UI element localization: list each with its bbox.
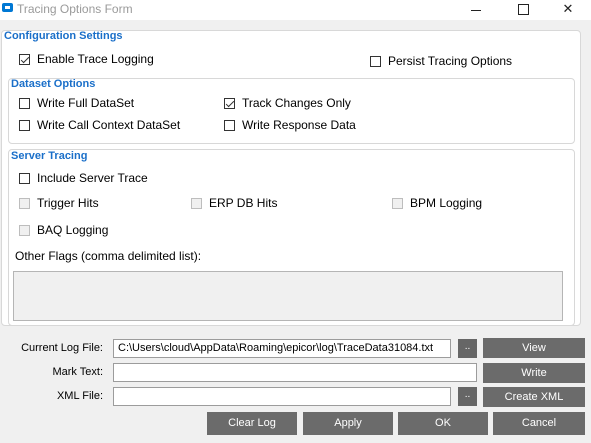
track-changes-only-checkbox[interactable]: Track Changes Only: [224, 96, 351, 110]
minimize-button[interactable]: [458, 0, 494, 20]
write-full-dataset-checkbox[interactable]: Write Full DataSet: [19, 96, 134, 110]
browse-xml-file-button[interactable]: ..: [458, 387, 477, 406]
maximize-button[interactable]: [505, 0, 541, 20]
baq-logging-checkbox[interactable]: BAQ Logging: [19, 223, 108, 237]
enable-trace-logging-label: Enable Trace Logging: [37, 52, 154, 66]
checkbox-box[interactable]: [370, 55, 381, 67]
track-changes-only-label: Track Changes Only: [242, 96, 351, 110]
checkbox-box[interactable]: [19, 197, 30, 209]
minimize-icon: [471, 10, 481, 11]
configuration-settings-title: Configuration Settings: [4, 30, 123, 42]
erp-db-hits-label: ERP DB Hits: [209, 196, 278, 210]
maximize-icon: [517, 4, 529, 15]
server-tracing-title: Server Tracing: [11, 150, 88, 162]
mark-text-label: Mark Text:: [52, 366, 103, 378]
view-button[interactable]: View: [483, 338, 585, 358]
checkbox-box[interactable]: [19, 53, 30, 65]
browse-log-file-button[interactable]: ..: [458, 339, 477, 358]
persist-tracing-options-checkbox[interactable]: Persist Tracing Options: [370, 54, 512, 68]
checkbox-box[interactable]: [19, 97, 30, 109]
title-bar: Tracing Options Form ✕: [0, 0, 591, 20]
erp-db-hits-checkbox[interactable]: ERP DB Hits: [191, 196, 277, 210]
write-response-data-checkbox[interactable]: Write Response Data: [224, 118, 356, 132]
window-title: Tracing Options Form: [17, 2, 133, 16]
checkbox-box[interactable]: [224, 119, 235, 131]
checkbox-box[interactable]: [19, 172, 30, 184]
ok-button[interactable]: OK: [398, 412, 488, 435]
clear-log-button[interactable]: Clear Log: [207, 412, 297, 435]
xml-file-field[interactable]: [113, 387, 451, 406]
trigger-hits-checkbox[interactable]: Trigger Hits: [19, 196, 99, 210]
close-icon: ✕: [562, 1, 574, 16]
checkbox-box[interactable]: [19, 224, 30, 236]
bpm-logging-checkbox[interactable]: BPM Logging: [392, 196, 482, 210]
write-button[interactable]: Write: [483, 363, 585, 383]
create-xml-button[interactable]: Create XML: [483, 387, 585, 407]
include-server-trace-label: Include Server Trace: [37, 171, 148, 185]
apply-button[interactable]: Apply: [303, 412, 393, 435]
current-log-file-field[interactable]: C:\Users\cloud\AppData\Roaming\epicor\lo…: [113, 339, 451, 358]
xml-file-label: XML File:: [56, 390, 103, 402]
persist-tracing-options-label: Persist Tracing Options: [388, 54, 513, 68]
baq-logging-label: BAQ Logging: [37, 223, 109, 237]
close-button[interactable]: ✕: [550, 0, 586, 20]
trigger-hits-label: Trigger Hits: [37, 196, 99, 210]
other-flags-label: Other Flags (comma delimited list):: [15, 249, 202, 263]
current-log-file-label: Current Log File:: [21, 342, 103, 354]
app-icon: [2, 3, 13, 12]
write-call-context-dataset-checkbox[interactable]: Write Call Context DataSet: [19, 118, 180, 132]
write-full-dataset-label: Write Full DataSet: [37, 96, 135, 110]
dataset-options-title: Dataset Options: [11, 78, 96, 90]
checkbox-box[interactable]: [19, 119, 30, 131]
checkbox-box[interactable]: [191, 197, 202, 209]
enable-trace-logging-checkbox[interactable]: Enable Trace Logging: [19, 52, 154, 66]
bpm-logging-label: BPM Logging: [410, 196, 483, 210]
write-call-context-dataset-label: Write Call Context DataSet: [37, 118, 181, 132]
checkbox-box[interactable]: [392, 197, 403, 209]
checkbox-box[interactable]: [224, 97, 235, 109]
include-server-trace-checkbox[interactable]: Include Server Trace: [19, 171, 148, 185]
mark-text-field[interactable]: [113, 363, 477, 382]
other-flags-input[interactable]: [13, 271, 563, 321]
write-response-data-label: Write Response Data: [242, 118, 356, 132]
cancel-button[interactable]: Cancel: [493, 412, 585, 435]
